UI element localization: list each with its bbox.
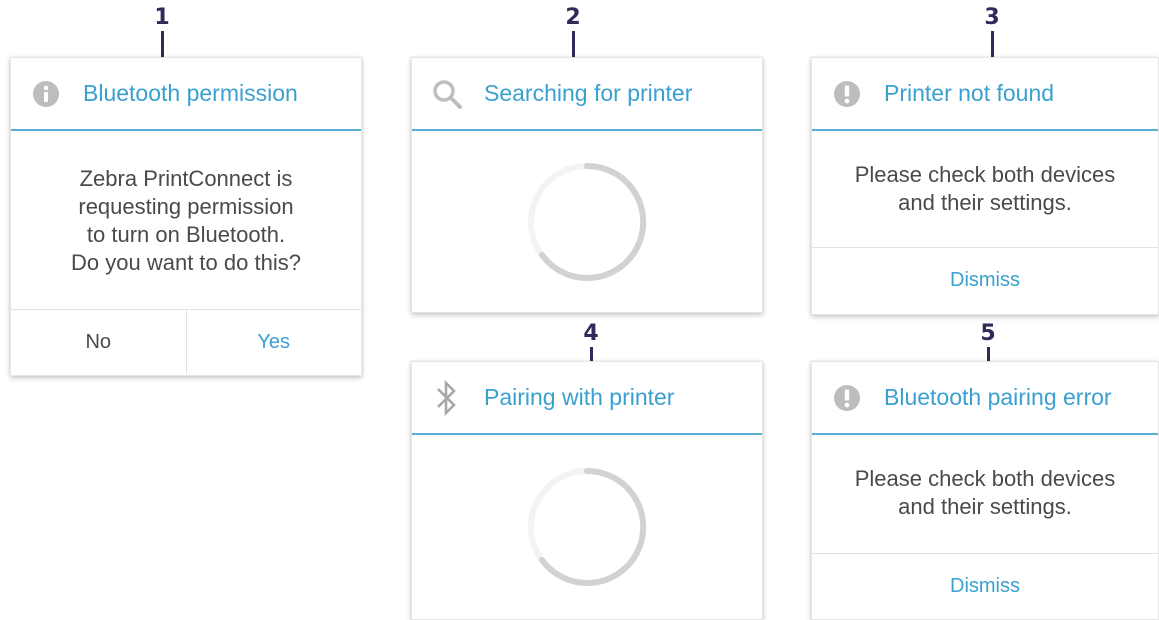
bluetooth-permission-dialog: Bluetooth permission Zebra PrintConnect … <box>10 57 362 376</box>
dialog-footer: No Yes <box>11 309 361 374</box>
spinner-icon <box>528 467 647 586</box>
dialog-title: Printer not found <box>884 80 1055 106</box>
message-line: and their settings. <box>898 190 1072 215</box>
bluetooth-pairing-error-dialog: Bluetooth pairing error Please check bot… <box>811 361 1159 620</box>
dialog-message: Please check both devices and their sett… <box>812 131 1158 247</box>
dialog-footer: Dismiss <box>812 553 1158 618</box>
dialog-header: Bluetooth pairing error <box>812 362 1158 435</box>
alert-icon <box>830 77 864 111</box>
message-line: to turn on Bluetooth. <box>86 222 286 247</box>
printer-not-found-dialog: Printer not found Please check both devi… <box>811 57 1159 315</box>
loading-spinner <box>412 131 762 312</box>
callout-number: 3 <box>984 5 1000 30</box>
message-line: and their settings. <box>898 494 1072 519</box>
dialog-title: Searching for printer <box>484 80 693 106</box>
callout-number: 1 <box>154 5 170 30</box>
callout-number: 5 <box>980 321 996 346</box>
message-line: Please check both devices <box>854 466 1116 491</box>
dialog-footer: Dismiss <box>812 247 1158 313</box>
dialog-header: Printer not found <box>812 58 1158 131</box>
alert-icon <box>830 381 864 415</box>
dialog-message: Zebra PrintConnect is requesting permiss… <box>11 131 361 309</box>
callout-number: 2 <box>565 5 581 30</box>
loading-spinner <box>412 435 762 619</box>
dialog-header: Bluetooth permission <box>11 58 361 131</box>
info-icon <box>29 77 63 111</box>
searching-printer-dialog: Searching for printer <box>411 57 763 313</box>
callout-number: 4 <box>583 321 599 346</box>
message-line: Do you want to do this? <box>71 250 301 275</box>
message-line: Please check both devices <box>854 162 1116 187</box>
dialog-title: Bluetooth permission <box>83 80 298 106</box>
spinner-icon <box>528 162 647 281</box>
dialog-title: Pairing with printer <box>484 384 675 410</box>
dialog-header: Searching for printer <box>412 58 762 131</box>
dialog-header: Pairing with printer <box>412 362 762 435</box>
dialog-title: Bluetooth pairing error <box>884 384 1112 410</box>
no-button[interactable]: No <box>11 310 186 374</box>
dismiss-button[interactable]: Dismiss <box>812 248 1158 313</box>
bluetooth-icon <box>430 379 464 416</box>
pairing-printer-dialog: Pairing with printer <box>411 361 763 620</box>
search-icon <box>430 77 464 111</box>
message-line: requesting permission <box>78 194 294 219</box>
dismiss-button[interactable]: Dismiss <box>812 554 1158 618</box>
dialog-message: Please check both devices and their sett… <box>812 435 1158 553</box>
message-line: Zebra PrintConnect is <box>79 166 293 191</box>
yes-button[interactable]: Yes <box>185 310 362 374</box>
